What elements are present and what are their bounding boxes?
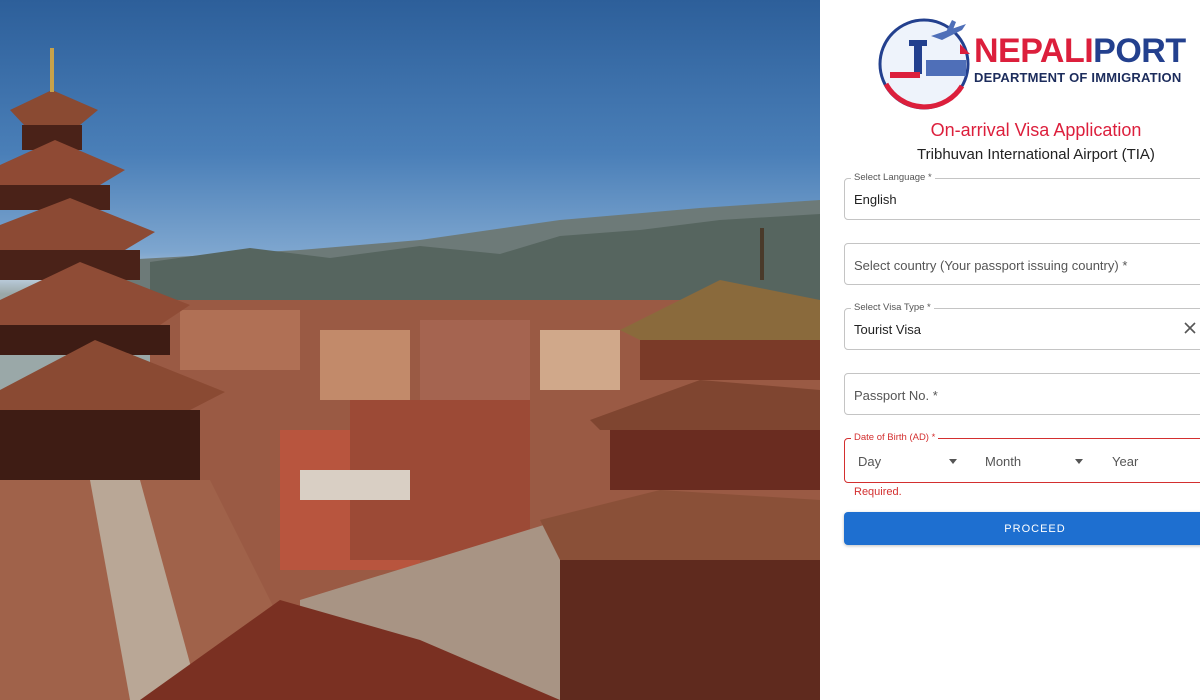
dob-error-message: Required.	[854, 486, 902, 498]
brand-name: NEPALIPORT	[974, 34, 1186, 68]
proceed-button[interactable]: PROCEED	[844, 512, 1200, 545]
language-select-label: Select Language *	[851, 172, 935, 183]
country-select-placeholder: Select country (Your passport issuing co…	[854, 258, 1128, 273]
dob-month-placeholder: Month	[985, 454, 1022, 469]
brand-subtitle: DEPARTMENT OF IMMIGRATION	[974, 70, 1182, 85]
nepaliport-logo: NEPALIPORT DEPARTMENT OF IMMIGRATION	[876, 14, 1200, 110]
visa-type-select[interactable]: Select Visa Type * Tourist Visa	[844, 302, 1200, 350]
form-panel: NEPALIPORT DEPARTMENT OF IMMIGRATION On-…	[820, 0, 1200, 700]
passport-number-placeholder: Passport No. *	[854, 388, 938, 403]
dob-year-placeholder: Year	[1112, 454, 1139, 469]
caret-down-icon	[1075, 459, 1083, 464]
dob-month-select[interactable]: Month	[973, 439, 1097, 482]
brand-name-port: PORT	[1093, 32, 1186, 70]
language-select[interactable]: Select Language * English	[844, 172, 1200, 220]
visa-type-select-value: Tourist Visa	[854, 322, 921, 337]
kathmandu-temple-scene-image	[0, 48, 820, 700]
country-select[interactable]: Select country (Your passport issuing co…	[844, 243, 1200, 285]
dob-day-placeholder: Day	[858, 454, 882, 469]
date-of-birth-group: Date of Birth (AD) * Day Month Year	[844, 432, 1200, 483]
airport-plane-logo-icon	[878, 18, 970, 110]
close-icon[interactable]	[1183, 321, 1197, 335]
caret-down-icon	[949, 459, 957, 464]
brand-name-nepali: NEPALI	[974, 32, 1094, 70]
form-subtitle: Tribhuvan International Airport (TIA)	[917, 146, 1155, 163]
passport-number-input[interactable]: Passport No. *	[844, 373, 1200, 415]
dob-day-select[interactable]: Day	[845, 439, 969, 482]
language-select-value: English	[854, 192, 897, 207]
hero-image	[0, 0, 820, 700]
form-title: On-arrival Visa Application	[930, 120, 1142, 140]
brand-wordmark: NEPALIPORT DEPARTMENT OF IMMIGRATION	[974, 34, 1186, 85]
visa-type-select-label: Select Visa Type *	[851, 302, 934, 313]
dob-year-select[interactable]: Year	[1101, 439, 1200, 482]
